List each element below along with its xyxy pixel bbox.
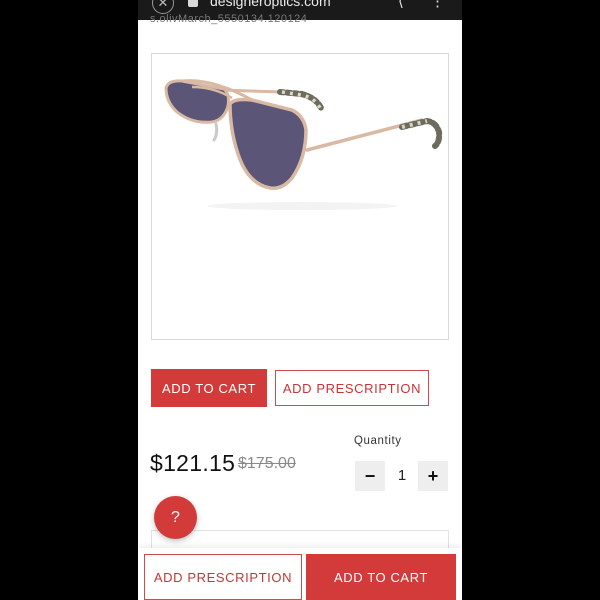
add-prescription-button[interactable]: ADD PRESCRIPTION [275, 370, 429, 406]
phone-screen: ✕ designeroptics.com ⟨ ⋮ s.olivMarch_555… [138, 0, 462, 600]
product-sku: s.olivMarch_5550134.120124 [150, 13, 308, 25]
url-text[interactable]: designeroptics.com [210, 0, 331, 9]
sticky-bottom-bar: ADD PRESCRIPTION ADD TO CART [138, 548, 462, 600]
help-button[interactable]: ? [154, 496, 197, 539]
product-image[interactable] [151, 53, 449, 340]
close-icon[interactable]: ✕ [152, 0, 174, 14]
add-to-cart-sticky-button[interactable]: ADD TO CART [306, 554, 456, 600]
share-icon[interactable]: ⟨ [398, 0, 404, 10]
current-price: $121.15 [150, 450, 236, 476]
content-card [151, 530, 449, 550]
original-price: $175.00 [238, 455, 296, 472]
quantity-decrease-button[interactable]: − [355, 461, 385, 491]
aviator-sunglasses-image [164, 79, 443, 210]
quantity-increase-button[interactable]: + [418, 461, 448, 491]
quantity-label: Quantity [354, 435, 402, 447]
quantity-value: 1 [397, 467, 407, 484]
add-prescription-sticky-button[interactable]: ADD PRESCRIPTION [144, 554, 302, 600]
more-menu-icon[interactable]: ⋮ [430, 0, 445, 10]
add-to-cart-button[interactable]: ADD TO CART [151, 369, 267, 407]
lock-icon [188, 0, 198, 7]
